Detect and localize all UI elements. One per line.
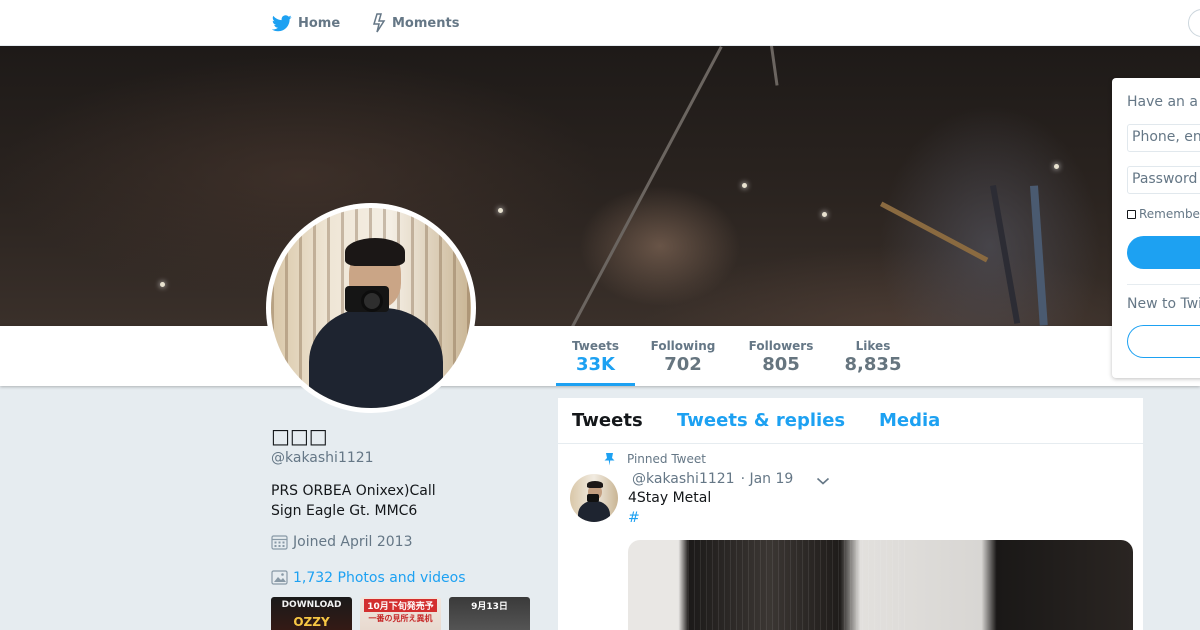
- mic-stand: [770, 46, 779, 86]
- password-input[interactable]: Password: [1127, 166, 1200, 194]
- profile-joined: Joined April 2013: [271, 533, 413, 550]
- profile-handle[interactable]: @kakashi1121: [271, 450, 374, 466]
- thumb-text: OZZY: [293, 615, 330, 629]
- photo-thumbnail[interactable]: 10月下旬発売予 一番の見所え異机: [360, 597, 441, 630]
- stat-value: 702: [664, 354, 702, 375]
- timeline-tabs: Tweets Tweets & replies Media: [558, 398, 1143, 444]
- stat-following[interactable]: Following 702: [645, 326, 721, 386]
- profile-avatar[interactable]: [266, 203, 476, 413]
- login-dropdown: Have an a Phone, en Password Remembe New…: [1112, 78, 1200, 378]
- chevron-down-icon[interactable]: [816, 474, 830, 490]
- remember-me[interactable]: Remembe: [1127, 207, 1200, 221]
- thumb-text: 一番の見所え異机: [368, 614, 433, 623]
- twitter-bird-icon: [272, 14, 292, 31]
- stage-light: [742, 183, 747, 188]
- stat-label: Following: [650, 339, 716, 353]
- tweet-avatar-hair: [587, 481, 603, 488]
- thumb-text: DOWNLOAD: [281, 600, 342, 610]
- musician-leg: [990, 184, 1021, 324]
- profile-bio: PRS ORBEA Onixex)Call Sign Eagle Gt. MMC…: [271, 483, 436, 519]
- pinned-label: Pinned Tweet: [627, 452, 706, 466]
- tab-media[interactable]: Media: [879, 410, 940, 431]
- stat-value: 8,835: [844, 354, 902, 375]
- stat-value: 33K: [576, 354, 615, 375]
- stat-tweets[interactable]: Tweets 33K: [556, 326, 635, 386]
- tweet-avatar-body: [578, 501, 610, 522]
- avatar-photo: [271, 208, 471, 408]
- profile-nav: Tweets 33K Following 702 Followers 805 L…: [0, 326, 1200, 386]
- tweet-media-image[interactable]: [628, 540, 1133, 630]
- stat-value: 805: [762, 354, 800, 375]
- tweet-hashtag[interactable]: #: [628, 510, 640, 526]
- stage-light: [822, 212, 827, 217]
- stat-label: Likes: [855, 339, 891, 353]
- photo-thumbnail[interactable]: DOWNLOAD OZZY: [271, 597, 352, 630]
- login-button[interactable]: [1127, 236, 1200, 269]
- remember-checkbox[interactable]: [1127, 209, 1136, 219]
- pinned-indicator: Pinned Tweet: [604, 452, 706, 466]
- top-nav: Home Moments: [0, 0, 1200, 46]
- profile-banner: [0, 46, 1200, 326]
- nav-home[interactable]: Home: [272, 0, 340, 46]
- tweet-handle[interactable]: @kakashi1121: [632, 471, 735, 487]
- tweet-text: 4Stay Metal: [628, 490, 712, 506]
- nav-home-label: Home: [298, 15, 341, 31]
- stat-followers[interactable]: Followers 805: [744, 326, 818, 386]
- nav-moments[interactable]: Moments: [372, 0, 459, 46]
- signup-prompt: New to Twi: [1127, 296, 1200, 312]
- joined-label: Joined April 2013: [293, 533, 413, 550]
- tweet-avatar-camera: [587, 494, 599, 502]
- stat-label: Tweets: [571, 339, 620, 353]
- tweet-date[interactable]: · Jan 19: [741, 471, 794, 487]
- lightning-icon: [372, 13, 386, 33]
- tweet-avatar[interactable]: [570, 474, 618, 522]
- stage-light: [160, 282, 165, 287]
- musician-leg: [1030, 185, 1048, 326]
- stat-likes[interactable]: Likes 8,835: [838, 326, 908, 386]
- calendar-icon: [271, 535, 288, 550]
- timeline: Tweets Tweets & replies Media Pinned Twe…: [557, 397, 1144, 630]
- signup-button[interactable]: [1127, 325, 1200, 358]
- photos-link[interactable]: 1,732 Photos and videos: [271, 569, 466, 586]
- tab-tweets[interactable]: Tweets: [572, 410, 643, 431]
- pin-icon: [604, 453, 615, 466]
- remember-label: Remembe: [1139, 207, 1200, 221]
- avatar-hair: [345, 238, 405, 266]
- photos-label: 1,732 Photos and videos: [293, 569, 466, 586]
- phone-input[interactable]: Phone, en: [1127, 124, 1200, 152]
- photo-thumbnail[interactable]: 9月13日: [449, 597, 530, 630]
- image-icon: [271, 570, 288, 585]
- avatar-lens: [361, 290, 383, 312]
- thumb-text: 10月下旬発売予: [364, 599, 437, 612]
- login-title: Have an a: [1127, 94, 1198, 110]
- media-texture: [688, 540, 908, 630]
- profile-name: □□□: [271, 424, 328, 448]
- divider: [1127, 284, 1200, 285]
- tweet-header: @kakashi1121 · Jan 19: [632, 471, 793, 487]
- account-avatar-button[interactable]: [1188, 9, 1200, 37]
- avatar-body: [309, 308, 443, 408]
- nav-moments-label: Moments: [392, 15, 460, 31]
- stat-label: Followers: [748, 339, 814, 353]
- guitar-neck: [880, 201, 989, 263]
- mic-stand: [565, 46, 723, 326]
- tab-tweets-replies[interactable]: Tweets & replies: [677, 410, 845, 431]
- photo-thumbnails: DOWNLOAD OZZY 10月下旬発売予 一番の見所え異机 9月13日: [271, 597, 530, 630]
- stage-light: [498, 208, 503, 213]
- stage-light: [1054, 164, 1059, 169]
- thumb-text: 9月13日: [471, 602, 508, 612]
